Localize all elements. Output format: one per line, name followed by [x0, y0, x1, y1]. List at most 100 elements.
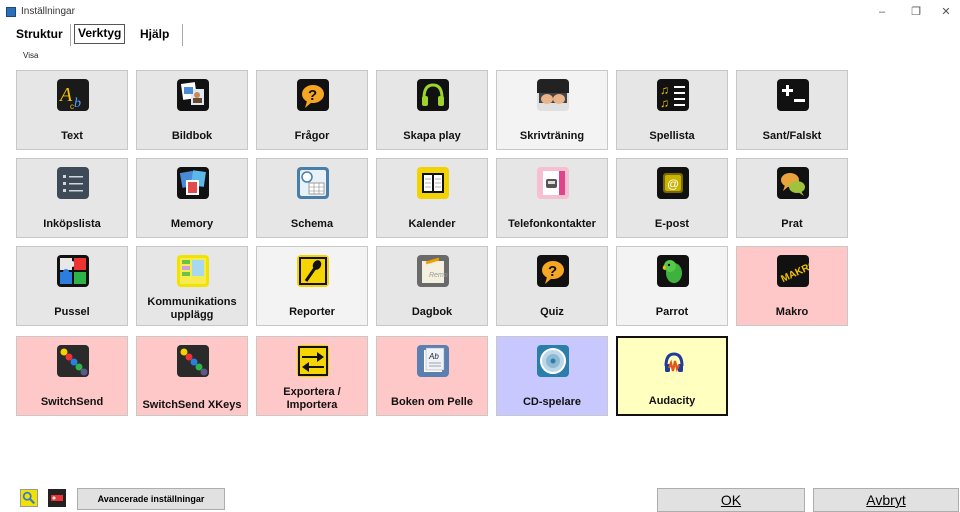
tile-label: Frågor	[294, 130, 330, 142]
tile-dagbok[interactable]: Remo Dagbok	[376, 246, 488, 326]
tile-fragor[interactable]: ? Frågor	[256, 70, 368, 150]
tile-prat[interactable]: Prat	[736, 158, 848, 238]
text-ab-icon: Abc	[57, 79, 89, 111]
picture-book-icon	[177, 79, 209, 111]
section-label-visa: Visa	[23, 51, 39, 60]
tile-label: Kalender	[408, 218, 456, 230]
svg-text:Remo: Remo	[429, 272, 448, 279]
puzzle-icon	[57, 255, 89, 287]
switchsend-dots-icon	[57, 345, 89, 377]
advanced-settings-button[interactable]: Avancerade inställningar	[77, 488, 225, 510]
ok-button[interactable]: OK	[657, 488, 805, 512]
title-bar: Inställningar – ❐ ✕	[0, 0, 960, 24]
svg-text:Ab: Ab	[428, 352, 439, 361]
makro-icon: MAKRO	[777, 255, 809, 287]
shopping-list-icon	[57, 167, 89, 199]
restore-button[interactable]: ❐	[902, 3, 930, 21]
record-settings-icon[interactable]	[48, 489, 66, 507]
tile-bildbok[interactable]: Bildbok	[136, 70, 248, 150]
tile-label: Telefonkontakter	[508, 218, 596, 230]
tile-e-post[interactable]: @ E-post	[616, 158, 728, 238]
window-title: Inställningar	[21, 6, 75, 17]
tile-audacity[interactable]: Audacity	[616, 336, 728, 416]
microphone-icon	[297, 255, 329, 287]
export-import-arrows-icon	[297, 345, 329, 377]
tile-inkopslista[interactable]: Inköpslista	[16, 158, 128, 238]
plus-minus-icon	[777, 79, 809, 111]
tile-label: Kommunikations upplägg	[147, 296, 237, 321]
tile-pussel[interactable]: Pussel	[16, 246, 128, 326]
tile-makro[interactable]: MAKRO Makro	[736, 246, 848, 326]
tile-label: Inköpslista	[43, 218, 101, 230]
switchsend-xkeys-icon	[177, 345, 209, 377]
svg-text:b: b	[74, 96, 81, 111]
tile-label: Schema	[290, 218, 334, 230]
tile-boken-om-pelle[interactable]: Ab Boken om Pelle	[376, 336, 488, 416]
tile-memory[interactable]: Memory	[136, 158, 248, 238]
tab-verktyg[interactable]: Verktyg	[74, 24, 126, 44]
memory-cards-icon	[177, 167, 209, 199]
tile-parrot[interactable]: Parrot	[616, 246, 728, 326]
tile-telefonkontakter[interactable]: Telefonkontakter	[496, 158, 608, 238]
tile-schema[interactable]: Schema	[256, 158, 368, 238]
app-icon	[6, 7, 16, 17]
svg-text:MAKRO: MAKRO	[779, 259, 809, 285]
tile-text[interactable]: Abc Text	[16, 70, 128, 150]
audacity-icon	[658, 346, 690, 378]
tile-label: SwitchSend	[40, 396, 104, 408]
tile-label: Memory	[170, 218, 214, 230]
tile-switchsend[interactable]: SwitchSend	[16, 336, 128, 416]
tile-label: Quiz	[540, 306, 564, 318]
tile-label: Sant/Falskt	[762, 130, 822, 142]
ok-button-label: OK	[720, 492, 742, 508]
tile-label: Boken om Pelle	[391, 396, 473, 408]
headphones-icon	[417, 79, 449, 111]
svg-text:c: c	[70, 102, 74, 111]
tab-hjalp[interactable]: Hjälp	[137, 25, 172, 43]
playlist-icon: ♫ ♫	[657, 79, 689, 111]
tile-reporter[interactable]: Reporter	[256, 246, 368, 326]
tile-cd-spelare[interactable]: CD-spelare	[496, 336, 608, 416]
search-icon[interactable]	[20, 489, 38, 507]
communication-layout-icon	[177, 255, 209, 287]
tile-exportera-importera[interactable]: Exportera / Importera	[256, 336, 368, 416]
tile-label: CD-spelare	[522, 396, 582, 408]
tile-label: Skapa play	[403, 130, 461, 142]
tile-label: Audacity	[648, 395, 696, 407]
parrot-icon	[657, 255, 689, 287]
cancel-button-label: Avbryt	[866, 492, 906, 508]
tile-label: Text	[61, 130, 83, 142]
tile-label: Bildbok	[171, 130, 213, 142]
quiz-icon: ?	[537, 255, 569, 287]
tab-separator	[182, 24, 183, 46]
svg-text:@: @	[667, 177, 679, 191]
tile-quiz[interactable]: ? Quiz	[496, 246, 608, 326]
svg-text:♫: ♫	[660, 83, 669, 97]
tile-label: Exportera / Importera	[283, 386, 341, 411]
cancel-button[interactable]: Avbryt	[813, 488, 959, 512]
calendar-book-icon	[417, 167, 449, 199]
minimize-button[interactable]: –	[868, 3, 896, 21]
tile-kommunikationsupplagg[interactable]: Kommunikations upplägg	[136, 246, 248, 326]
tile-label: Pussel	[54, 306, 90, 318]
tile-kalender[interactable]: Kalender	[376, 158, 488, 238]
schedule-icon	[297, 167, 329, 199]
svg-text:?: ?	[308, 87, 317, 104]
tile-label: E-post	[654, 218, 690, 230]
phone-contacts-icon	[537, 167, 569, 199]
tile-label: Spellista	[649, 130, 695, 142]
email-at-icon: @	[657, 167, 689, 199]
tile-skrivtraning[interactable]: Skrivträning	[496, 70, 608, 150]
tile-label: Skrivträning	[519, 130, 585, 142]
tile-label: Reporter	[289, 306, 335, 318]
book-pelle-icon: Ab	[417, 345, 449, 377]
close-button[interactable]: ✕	[932, 3, 960, 21]
tile-label: Makro	[775, 306, 809, 318]
tile-sant-falskt[interactable]: Sant/Falskt	[736, 70, 848, 150]
tab-struktur[interactable]: Struktur	[13, 25, 66, 43]
tile-skapa-play[interactable]: Skapa play	[376, 70, 488, 150]
chat-bubbles-icon	[777, 167, 809, 199]
tile-spellista[interactable]: ♫ ♫ Spellista	[616, 70, 728, 150]
svg-text:♫: ♫	[660, 96, 669, 110]
tile-switchsend-xkeys[interactable]: SwitchSend XKeys	[136, 336, 248, 416]
